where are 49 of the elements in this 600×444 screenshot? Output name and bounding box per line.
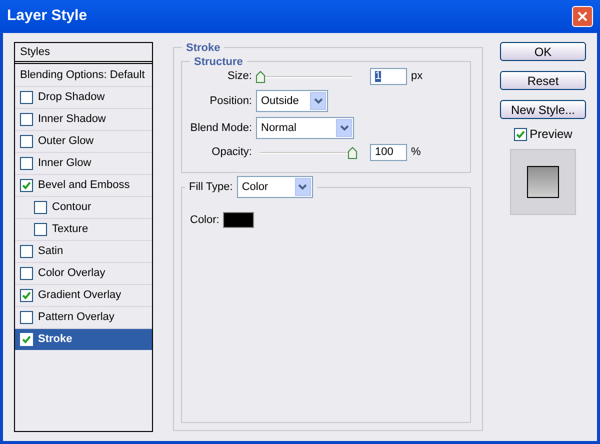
close-icon: [577, 11, 588, 22]
style-item[interactable]: Drop Shadow: [15, 86, 152, 108]
checkbox[interactable]: [34, 223, 47, 236]
dialog-button[interactable]: OK: [500, 42, 586, 61]
size-field[interactable]: 1: [370, 68, 407, 85]
checkbox[interactable]: [20, 113, 33, 126]
checkbox[interactable]: [20, 135, 33, 148]
close-button[interactable]: [572, 6, 593, 27]
style-item[interactable]: Inner Shadow: [15, 108, 152, 130]
checkbox[interactable]: [34, 201, 47, 214]
field-label: Position:: [208, 94, 252, 109]
checkbox[interactable]: [20, 179, 33, 192]
opacity-field[interactable]: 100: [370, 144, 407, 161]
checkbox[interactable]: [20, 91, 33, 104]
field-label: Size:: [226, 69, 252, 84]
field-label: Opacity:: [210, 145, 252, 160]
checkbox[interactable]: [20, 289, 33, 302]
checkbox[interactable]: [20, 157, 33, 170]
slider-thumb[interactable]: [256, 70, 265, 82]
dialog-button[interactable]: Reset: [500, 71, 586, 90]
style-item[interactable]: Texture: [15, 218, 152, 240]
field-label: Blend Mode:: [189, 120, 252, 136]
unit-label: px: [411, 69, 423, 84]
list-header: Styles: [15, 43, 152, 64]
position-dropdown[interactable]: Outside: [256, 90, 328, 112]
window-title: Layer Style: [7, 6, 88, 26]
field-label: Color:: [190, 213, 220, 228]
style-item[interactable]: Contour: [15, 196, 152, 218]
blend-mode-dropdown[interactable]: Normal: [256, 117, 354, 139]
fill-type-dropdown[interactable]: Color: [236, 176, 313, 198]
unit-label: %: [411, 145, 421, 160]
slider-thumb[interactable]: [348, 146, 357, 158]
color-swatch[interactable]: [223, 212, 254, 228]
field-label: Fill Type:: [189, 180, 233, 195]
style-item[interactable]: Color Overlay: [15, 262, 152, 284]
dialog-button[interactable]: New Style...: [500, 100, 586, 119]
style-item[interactable]: Outer Glow: [15, 130, 152, 152]
checkbox[interactable]: [20, 245, 33, 258]
checkbox[interactable]: [514, 128, 527, 140]
checkbox-label[interactable]: Preview: [530, 125, 572, 143]
style-item[interactable]: Stroke: [15, 328, 152, 350]
style-item[interactable]: Gradient Overlay: [15, 284, 152, 306]
checkbox[interactable]: [20, 311, 33, 324]
style-item[interactable]: Blending Options: Default: [15, 64, 152, 87]
checkbox[interactable]: [20, 267, 33, 280]
style-item[interactable]: Satin: [15, 240, 152, 262]
preview-thumbnail: [510, 149, 576, 215]
style-item[interactable]: Inner Glow: [15, 152, 152, 174]
style-item[interactable]: Bevel and Emboss: [15, 174, 152, 196]
